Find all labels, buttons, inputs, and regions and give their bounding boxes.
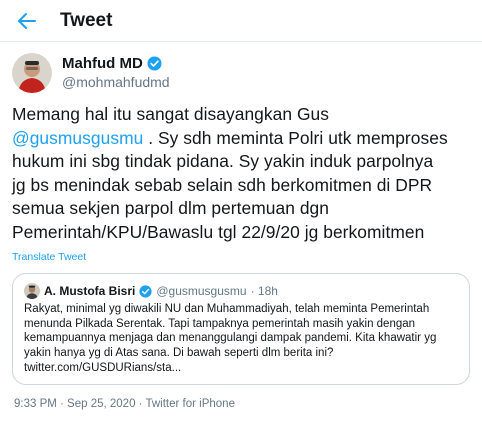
arrow-left-icon [18, 13, 36, 29]
quoted-tweet[interactable]: A. Mustofa Bisri @gusmusgusmu · 18h Raky… [12, 273, 470, 385]
tweet-timestamp[interactable]: 9:33 PM · Sep 25, 2020 · Twitter for iPh… [14, 398, 235, 410]
author-handle[interactable]: @mohmahfudmd [62, 74, 170, 90]
verified-badge-icon [147, 56, 162, 71]
quoted-author-name: A. Mustofa Bisri [44, 284, 136, 298]
tweet-text-line: hukum ini sbg tindak pidana. Sy yakin in… [12, 151, 434, 172]
tweet-header: Tweet [0, 0, 482, 42]
tweet-author: Mahfud MD @mohmahfudmd [12, 53, 472, 95]
page-title: Tweet [60, 10, 113, 31]
translate-tweet-link[interactable]: Translate Tweet [12, 251, 86, 263]
tweet-text-line: Memang hal itu sangat disayangkan Gus [12, 104, 330, 124]
mention-link[interactable]: @gusmusgusmu [12, 128, 143, 148]
tweet-text-line: jg bs menindak sebab selain sdh berkomit… [12, 174, 433, 195]
tweet-text-line: semua sekjen parpol dlm pertemuan dgn [12, 198, 329, 219]
quoted-text-line: yakin hanya yg di Atas sana. Di bawah se… [24, 347, 334, 360]
quoted-text-line: twitter.com/GUSDURians/sta... [24, 361, 182, 374]
quoted-avatar [24, 283, 40, 299]
quoted-text-line: kemampuannya menjaga dan menanggulangi d… [24, 332, 437, 345]
verified-badge-icon [139, 284, 152, 298]
quoted-tweet-header: A. Mustofa Bisri @gusmusgusmu · 18h [24, 283, 278, 299]
tweet-text-line: Pemerintah/KPU/Bawaslu tgl 22/9/20 jg be… [12, 221, 425, 242]
avatar[interactable] [12, 53, 52, 93]
quoted-tweet-age: · 18h [250, 284, 278, 298]
tweet-text: Memang hal itu sangat disayangkan Gus @g… [12, 103, 472, 245]
author-name[interactable]: Mahfud MD [62, 55, 143, 72]
quoted-tweet-text: Rakyat, minimal yg diwakili NU dan Muham… [24, 302, 464, 376]
quoted-author-handle: @gusmusgusmu [156, 284, 247, 298]
quoted-text-line: Rakyat, minimal yg diwakili NU dan Muham… [24, 303, 430, 315]
quoted-text-line: menunda Pilkada Serentak. Tapi tampaknya… [24, 317, 416, 330]
back-button[interactable] [14, 8, 40, 34]
tweet-text-line: @gusmusgusmu . Sy sdh meminta Polri utk … [12, 127, 448, 148]
